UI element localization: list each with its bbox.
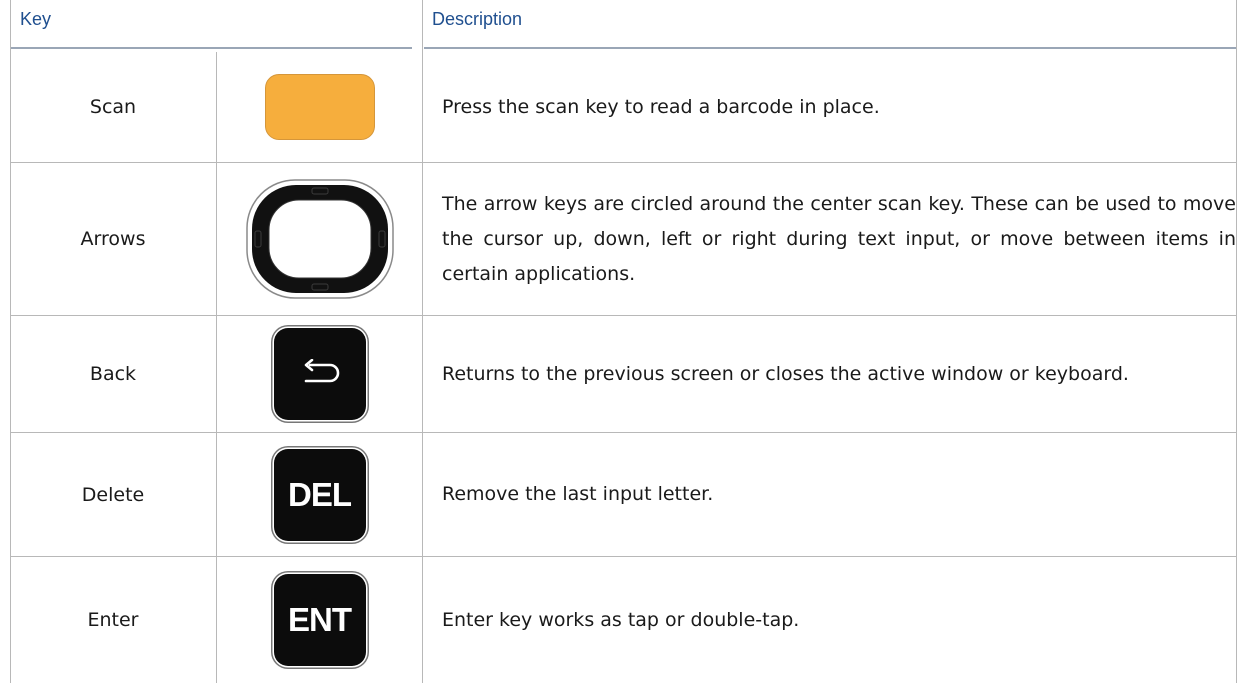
table-border-right	[1236, 0, 1237, 683]
key-description-text: Press the scan key to read a barcode in …	[442, 95, 880, 118]
table-row: Scan Press the scan key to read a barcod…	[10, 52, 1236, 162]
enter-key-icon: ENT	[273, 574, 366, 666]
key-description: Remove the last input letter.	[434, 433, 1236, 556]
key-description-text: Enter key works as tap or double-tap.	[442, 608, 800, 631]
key-icon-cell: ENT	[217, 557, 422, 683]
scan-key-icon	[264, 74, 375, 140]
key-description-table: Key Description Scan Press the scan key …	[0, 0, 1245, 683]
key-description: Enter key works as tap or double-tap.	[434, 557, 1236, 683]
table-row: Back Returns to the previous screen or c…	[10, 316, 1236, 432]
header-description-rule	[424, 47, 1236, 49]
delete-key-icon: DEL	[273, 448, 366, 541]
header-description-label: Description	[432, 9, 523, 29]
key-name: Enter	[87, 609, 139, 631]
key-icon-cell	[217, 52, 422, 162]
table-row: Delete DEL Remove the last input letter.	[10, 433, 1236, 556]
table-row: Arrows The arrow keys are circled around…	[10, 163, 1236, 315]
key-icon-cell	[217, 316, 422, 432]
arrow-ring-key-icon	[245, 179, 394, 299]
table-row: Enter ENT Enter key works as tap or doub…	[10, 557, 1236, 683]
key-icon-cell	[217, 163, 422, 315]
header-key-cell: Key	[10, 0, 412, 52]
back-arrow-icon	[304, 359, 339, 383]
key-description-text: Returns to the previous screen or closes…	[442, 362, 1129, 385]
key-description-text: Remove the last input letter.	[442, 483, 714, 505]
back-key-icon	[273, 328, 366, 420]
key-description: Returns to the previous screen or closes…	[434, 316, 1236, 432]
header-key-label: Key	[20, 9, 52, 29]
key-name: Scan	[89, 96, 137, 118]
enter-key-label: ENT	[288, 601, 352, 638]
header-key-rule	[10, 47, 412, 49]
header-description-cell: Description	[424, 0, 1236, 52]
key-name: Delete	[81, 483, 145, 506]
key-name: Arrows	[80, 228, 146, 250]
key-icon-cell: DEL	[217, 433, 422, 556]
key-description-text: The arrow keys are circled around the ce…	[442, 192, 1236, 285]
key-description: Press the scan key to read a barcode in …	[434, 52, 1236, 162]
key-description: The arrow keys are circled around the ce…	[434, 163, 1236, 315]
key-name: Back	[89, 363, 137, 385]
delete-key-label: DEL	[288, 475, 352, 513]
